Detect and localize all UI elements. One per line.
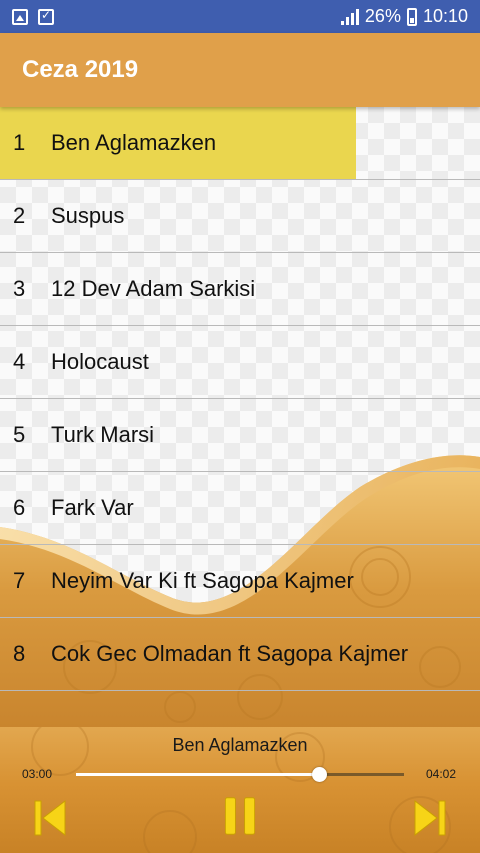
track-number: 4 bbox=[13, 349, 26, 374]
next-icon[interactable] bbox=[412, 797, 448, 839]
clock: 10:10 bbox=[422, 6, 468, 26]
track-row[interactable]: 5 Turk Marsi bbox=[0, 399, 480, 472]
track-title: Holocaust bbox=[51, 349, 149, 374]
track-row[interactable]: 2 Suspus bbox=[0, 180, 480, 253]
track-title: Cok Gec Olmadan ft Sagopa Kajmer bbox=[51, 641, 409, 666]
duration-time: 04:02 bbox=[426, 767, 457, 781]
app-title: Ceza 2019 bbox=[22, 56, 139, 83]
track-list[interactable]: 1 Ben Aglamazken 2 Suspus 3 12 Dev Adam … bbox=[0, 107, 480, 727]
signal-icon bbox=[340, 8, 359, 25]
track-number: 8 bbox=[13, 641, 26, 666]
player-bar: Ben Aglamazken 03:00 04:02 bbox=[0, 727, 480, 853]
pause-icon[interactable] bbox=[221, 795, 259, 837]
seek-bar[interactable] bbox=[76, 767, 404, 782]
track-number: 1 bbox=[13, 130, 26, 155]
previous-icon[interactable] bbox=[32, 797, 68, 839]
elapsed-time: 03:00 bbox=[22, 767, 53, 781]
app-bar: Ceza 2019 bbox=[0, 33, 480, 107]
track-title: Ben Aglamazken bbox=[51, 130, 217, 155]
status-bar: 26% 10:10 bbox=[0, 0, 480, 33]
image-icon bbox=[12, 8, 28, 25]
track-row[interactable]: 1 Ben Aglamazken bbox=[0, 107, 480, 180]
track-title: Neyim Var Ki ft Sagopa Kajmer bbox=[51, 568, 354, 593]
track-number: 5 bbox=[13, 422, 26, 447]
track-row[interactable]: 6 Fark Var bbox=[0, 472, 480, 545]
track-row[interactable]: 4 Holocaust bbox=[0, 326, 480, 399]
track-number: 2 bbox=[13, 203, 26, 228]
now-playing-title: Ben Aglamazken bbox=[172, 735, 308, 755]
track-title: Fark Var bbox=[51, 495, 134, 520]
track-title: 12 Dev Adam Sarkisi bbox=[51, 276, 256, 301]
seek-progress bbox=[76, 773, 319, 776]
battery-percent: 26% bbox=[364, 6, 401, 26]
track-number: 7 bbox=[13, 568, 26, 593]
track-row[interactable]: 3 12 Dev Adam Sarkisi bbox=[0, 253, 480, 326]
checklist-icon bbox=[38, 8, 54, 25]
track-number: 3 bbox=[13, 276, 26, 301]
battery-icon bbox=[406, 7, 417, 26]
track-row[interactable]: 7 Neyim Var Ki ft Sagopa Kajmer bbox=[0, 545, 480, 618]
seek-thumb[interactable] bbox=[311, 767, 327, 782]
track-title: Turk Marsi bbox=[51, 422, 155, 447]
track-number: 6 bbox=[13, 495, 26, 520]
track-title: Suspus bbox=[51, 203, 125, 228]
track-row[interactable]: 8 Cok Gec Olmadan ft Sagopa Kajmer bbox=[0, 618, 480, 691]
